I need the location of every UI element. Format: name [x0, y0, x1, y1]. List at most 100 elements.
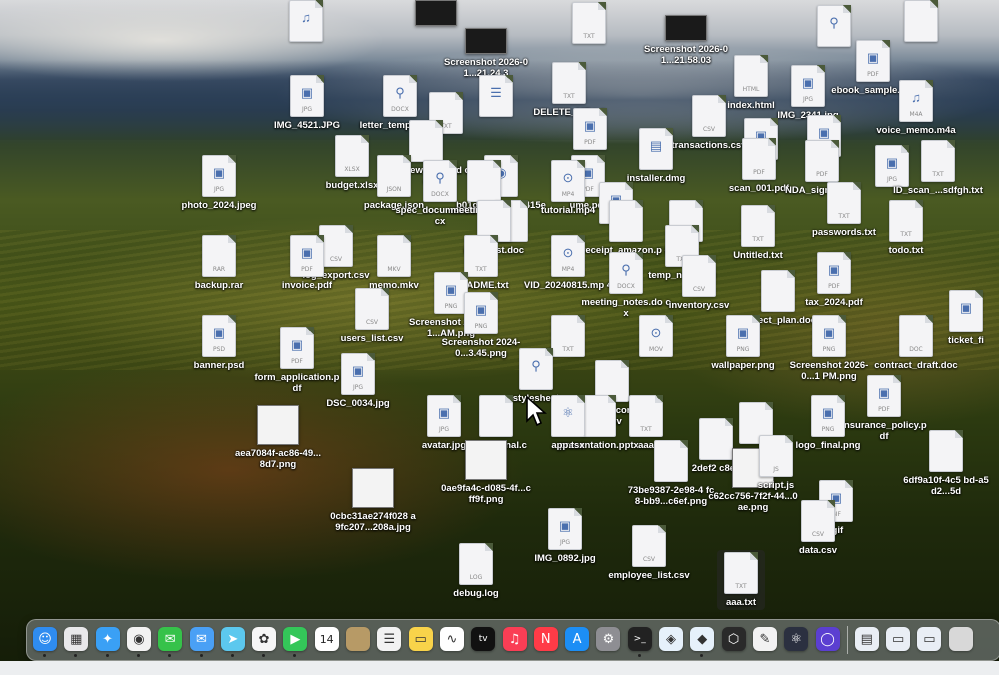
dock-glyph: ✦ [102, 631, 114, 647]
running-indicator [74, 654, 78, 657]
document-icon [904, 0, 938, 42]
maps-icon[interactable]: ➤ [220, 627, 245, 657]
desktop-file-icon[interactable]: RAR backup.rar [174, 235, 264, 291]
document-icon: TXT [741, 205, 775, 247]
dock-glyph: ▭ [414, 631, 427, 647]
desktop-file-icon[interactable]: TXT [544, 2, 634, 44]
document-icon: PDF [742, 138, 776, 180]
desktop-file-icon[interactable]: TXT aaa.txt [717, 550, 765, 610]
downloads-stack-icon[interactable]: ▤ [854, 627, 879, 651]
electron-icon[interactable]: ⚛ [784, 627, 809, 651]
desktop-file-icon[interactable]: CSV data.csv [773, 500, 863, 556]
reminders-icon[interactable]: ☰ [377, 627, 402, 651]
facetime-icon[interactable]: ▶ [283, 627, 308, 657]
desktop-file-icon[interactable]: CSV inventory.csv [654, 255, 744, 311]
desktop-file-icon[interactable]: ▣ PSD banner.psd [174, 315, 264, 371]
recent-stack-icon[interactable]: ▭ [886, 627, 911, 651]
messages-icon[interactable]: ✉ [158, 627, 183, 657]
file-name-label: banner.psd [193, 360, 245, 371]
desktop-file-icon[interactable]: ▣ PNG wallpaper.png [698, 315, 788, 371]
safari-icon[interactable]: ✦ [95, 627, 120, 657]
document-icon: ⚲ DOCX [609, 252, 643, 294]
desktop-file-icon[interactable]: 0ae9fa4c-d085-4f...cff9f.png [441, 440, 531, 505]
desktop-file-icon[interactable]: ▣ JPG IMG_4521.JPG [262, 75, 352, 131]
vscode-icon[interactable]: ◆ [690, 627, 715, 657]
file-extension-tag: MOV [649, 346, 663, 353]
document-icon: TXT [724, 552, 758, 594]
trash-icon[interactable] [948, 627, 973, 651]
file-type-glyph [469, 244, 493, 262]
desktop-file-icon[interactable]: 0cbc31ae274f028 a9fc207...208a.jpg [328, 468, 418, 533]
running-indicator [199, 654, 203, 657]
file-name-label: IMG_0892.jpg [534, 553, 596, 564]
desktop-wallpaper[interactable]: ♫ Screenshot 2026-01...21.24.3 TXT Screensh… [0, 0, 999, 675]
document-icon: CSV [682, 255, 716, 297]
file-type-glyph [600, 369, 624, 387]
desktop-file-icon[interactable]: ▣ JPG DSC_0034.jpg [313, 353, 403, 409]
screenshot-stack-icon[interactable]: ▭ [917, 627, 942, 651]
desktop-file-icon[interactable]: TXT todo.txt [861, 200, 951, 256]
photos-icon[interactable]: ✿ [252, 627, 277, 657]
document-icon: ♫ M4A [899, 80, 933, 122]
desktop-file-icon[interactable]: ▣ JPG photo_2024.jpeg [174, 155, 264, 211]
textedit-icon[interactable]: ✎ [752, 627, 777, 651]
file-type-glyph: ⚲ [621, 262, 631, 277]
desktop-file-icon[interactable]: 6df9a10f-4c5 bd-a5d2...5d [901, 430, 991, 497]
tv-icon[interactable]: tv [471, 627, 496, 651]
desktop-file-icon[interactable]: ▤ installer.dmg [611, 128, 701, 184]
desktop-file-icon[interactable]: aea7084f-ac86-49...8d7.png [233, 405, 323, 470]
file-extension-tag: JS [773, 466, 779, 473]
terminal-icon[interactable]: >_ [627, 627, 652, 657]
chrome-icon[interactable]: ◉ [126, 627, 151, 657]
file-extension-tag: PNG [474, 323, 488, 330]
music-icon[interactable]: ♫ [502, 627, 527, 651]
file-extension-tag: PDF [291, 358, 303, 365]
desktop-file-icon[interactable]: CSV employee_list.csv [604, 525, 694, 581]
file-extension-tag: RAR [212, 266, 226, 273]
desktop-file-icon[interactable] [876, 0, 966, 42]
news-icon[interactable]: N [533, 627, 558, 651]
contacts-icon[interactable] [346, 627, 370, 651]
file-type-glyph: ▣ [474, 302, 488, 317]
dock-glyph: ▭ [891, 631, 905, 647]
document-icon: ⚲ [519, 348, 553, 390]
freeform-icon[interactable]: ∿ [439, 627, 464, 651]
system-settings-icon[interactable]: ⚙ [596, 627, 621, 651]
desktop-file-icon[interactable]: ♫ M4A voice_memo.m4a [871, 80, 961, 136]
launchpad-icon[interactable]: ▦ [64, 627, 89, 657]
dock-glyph: ✉ [164, 631, 176, 647]
calendar-icon[interactable]: 14 [314, 627, 339, 651]
desktop-file-icon[interactable]: ▣ PDF invoice.pdf [262, 235, 352, 291]
document-icon: ▤ [639, 128, 673, 170]
cursor-app-icon[interactable]: ⬡ [721, 627, 746, 651]
desktop-file-icon[interactable]: TXT ID_scan_...sdfgh.txt [893, 140, 983, 196]
file-type-glyph [637, 534, 661, 552]
file-name-label: wallpaper.png [711, 360, 775, 371]
desktop-file-icon[interactable]: LOG debug.log [431, 543, 521, 599]
desktop-file-icon[interactable]: Screenshot 2026-01...21.24.3 [441, 28, 531, 79]
document-icon: ▣ [949, 290, 983, 332]
desktop-file-icon[interactable]: ♫ [261, 0, 351, 42]
desktop-file-icon[interactable]: ▣ ticket_fi [921, 290, 999, 346]
document-icon: ▣ PDF [856, 40, 890, 82]
file-type-glyph [556, 324, 580, 342]
file-name-label: backup.rar [194, 280, 244, 291]
dock-glyph: >_ [633, 634, 646, 644]
file-extension-tag: PNG [736, 346, 750, 353]
desktop-file-icon[interactable]: ⊙ MOV [611, 315, 701, 357]
file-type-glyph [934, 439, 958, 457]
desktop-file-icon[interactable]: ▣ JPG IMG_0892.jpg [520, 508, 610, 564]
mail-icon[interactable]: ✉ [189, 627, 214, 657]
desktop-file-icon[interactable]: ▣ PNG Screenshot 2026-0...1 PM.png [784, 315, 874, 382]
arc-icon[interactable]: ◯ [815, 627, 840, 651]
mouse-pointer-icon [526, 395, 547, 427]
dock-glyph: ◈ [666, 631, 676, 647]
file-extension-tag: TXT [752, 236, 764, 243]
app-store-icon[interactable]: A [565, 627, 590, 651]
desktop-file-icon[interactable] [391, 0, 481, 26]
docker-icon[interactable]: ◈ [659, 627, 683, 651]
finder-icon[interactable]: ☺ [33, 627, 57, 657]
notes-icon[interactable]: ▭ [408, 627, 433, 651]
desktop-file-icon[interactable]: 73be9387-2e98-4 fc8-bb9...c6ef.png [626, 440, 716, 507]
dock-separator [846, 626, 848, 654]
